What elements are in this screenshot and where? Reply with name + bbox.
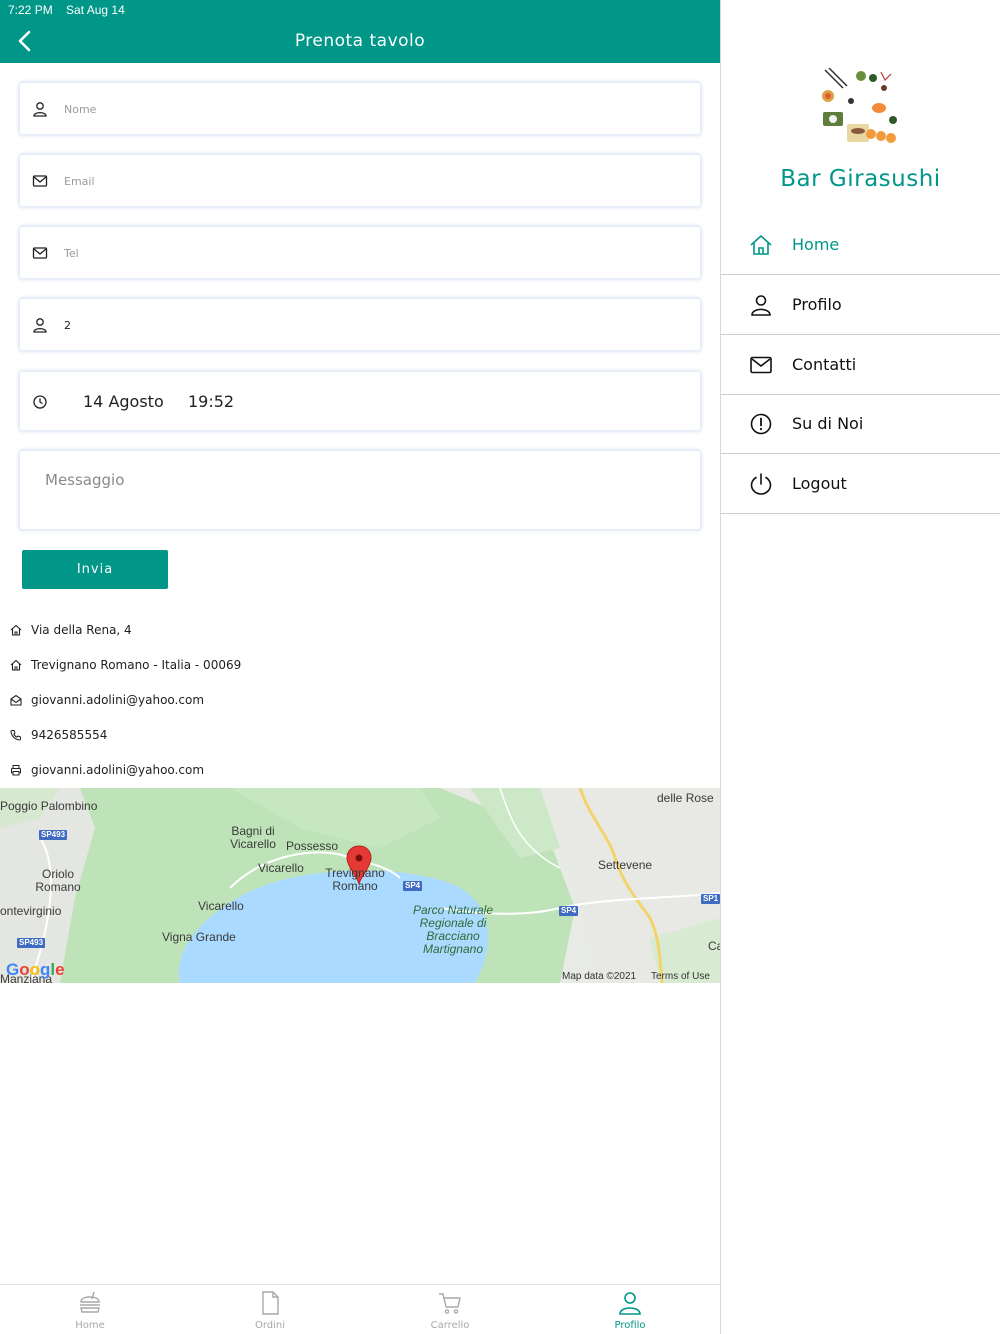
email-field[interactable]: Email (19, 154, 701, 207)
road-badge-sp1: SP1 (701, 894, 720, 904)
guests-value: 2 (64, 319, 71, 332)
map-label-possesso: Possesso (286, 839, 339, 853)
tab-profile-label: Profilo (614, 1320, 646, 1331)
mail-icon (32, 247, 48, 259)
map-label-parco: Parco Naturale Regionale di Bracciano Ma… (412, 903, 494, 956)
user-icon (619, 1292, 641, 1315)
map-label-montevirginio: ontevirginio (0, 904, 62, 918)
map-label-poggio: Poggio Palombino (0, 799, 98, 813)
document-icon (262, 1291, 279, 1315)
name-placeholder: Nome (64, 103, 97, 116)
message-field[interactable]: Messaggio (19, 450, 701, 530)
tab-cart-label: Carrello (430, 1320, 470, 1331)
phone-text[interactable]: 9426585554 (31, 728, 107, 742)
datetime-field: 14 Agosto 19:52 (19, 371, 701, 431)
google-logo: Google (6, 960, 65, 979)
home-icon (750, 235, 772, 255)
terms-of-use-link[interactable]: Terms of Use (651, 971, 710, 982)
guests-field[interactable]: 2 (19, 298, 701, 351)
map-label-vicarello-south: Vicarello (198, 899, 244, 913)
restaurant-logo (821, 68, 899, 146)
user-icon (33, 102, 47, 117)
time-picker[interactable]: 19:52 (188, 392, 234, 411)
date-picker[interactable]: 14 Agosto (83, 392, 164, 411)
home-icon (10, 624, 22, 636)
phone-icon (10, 730, 21, 741)
city-text: Trevignano Romano - Italia - 00069 (31, 658, 242, 672)
fax-text: giovanni.adolini@yahoo.com (31, 763, 205, 777)
sidebar-item-logout-label: Logout (792, 474, 847, 493)
cart-icon (439, 1293, 461, 1314)
user-icon (33, 318, 47, 333)
tab-bar: Home Ordini Carrello Profilo (0, 1284, 720, 1334)
tab-cart[interactable]: Carrello (360, 1285, 540, 1334)
sidebar-item-about[interactable]: Su di Noi (721, 395, 1000, 454)
message-placeholder: Messaggio (45, 471, 125, 489)
map-label-bagni: Bagni di Vicarello (230, 824, 276, 851)
sidebar-item-about-label: Su di Noi (792, 414, 864, 433)
status-bar: 7:22 PM Sat Aug 14 (8, 3, 135, 17)
name-field[interactable]: Nome (19, 82, 701, 135)
mail-icon (750, 356, 772, 374)
address-text: Via della Rena, 4 (31, 623, 132, 637)
phone-placeholder: Tel (64, 247, 79, 260)
address-row: Via della Rena, 4 (10, 620, 132, 640)
road-badge-sp4-east: SP4 (403, 881, 423, 891)
sidebar: Bar Girasushi Home Profilo Contatti Su d… (721, 0, 1000, 1334)
map-label-trevignano: Trevignano Romano (325, 866, 385, 893)
tab-home-label: Home (75, 1320, 105, 1331)
sidebar-item-contacts-label: Contatti (792, 355, 857, 374)
road-badge-sp4-far: SP4 (559, 906, 579, 916)
sidebar-item-contacts[interactable]: Contatti (721, 336, 1000, 395)
phone-field[interactable]: Tel (19, 226, 701, 279)
brand-name: Bar Girasushi (780, 166, 941, 192)
map-label-ca: Ca (708, 939, 720, 953)
home-icon (10, 659, 22, 671)
printer-icon (11, 765, 21, 776)
email-text[interactable]: giovanni.adolini@yahoo.com (31, 693, 204, 707)
tab-home[interactable]: Home (0, 1285, 180, 1334)
status-time: 7:22 PM (8, 3, 53, 17)
map-label-vigna-grande: Vigna Grande (162, 930, 236, 944)
page-title: Prenota tavolo (294, 31, 426, 51)
info-icon (750, 413, 772, 435)
location-map[interactable]: Poggio Palombino Oriolo Romano ontevirgi… (0, 788, 720, 983)
map-label-settevene: Settevene (598, 858, 653, 872)
tab-orders[interactable]: Ordini (180, 1285, 360, 1334)
email-row[interactable]: giovanni.adolini@yahoo.com (10, 690, 204, 710)
tab-orders-label: Ordini (254, 1320, 286, 1331)
map-label-rose: delle Rose (657, 791, 714, 805)
map-label-oriolo: Oriolo Romano (35, 867, 81, 894)
power-icon (750, 473, 772, 495)
user-icon (751, 295, 771, 316)
map-data-attribution: Map data ©2021 (562, 971, 637, 982)
fax-row: giovanni.adolini@yahoo.com (10, 760, 204, 780)
email-placeholder: Email (64, 175, 95, 188)
sidebar-item-home[interactable]: Home (721, 216, 1000, 275)
road-badge-sp493-north: SP493 (39, 830, 68, 840)
sidebar-item-profile[interactable]: Profilo (721, 276, 1000, 335)
sidebar-item-profile-label: Profilo (792, 295, 842, 314)
sidebar-item-home-label: Home (792, 235, 840, 254)
tab-profile[interactable]: Profilo (540, 1285, 720, 1334)
envelope-open-icon (10, 694, 22, 706)
mail-icon (32, 175, 48, 187)
submit-button[interactable]: Invia (22, 550, 168, 589)
main-pane: 7:22 PM Sat Aug 14 Prenota tavolo Nome E… (0, 0, 720, 1334)
burger-icon (80, 1291, 100, 1313)
status-date: Sat Aug 14 (66, 3, 125, 17)
city-row: Trevignano Romano - Italia - 00069 (10, 655, 241, 675)
sidebar-item-logout[interactable]: Logout (721, 455, 1000, 514)
clock-icon (33, 395, 47, 409)
map-label-vicarello-north: Vicarello (258, 861, 304, 875)
header-bar: 7:22 PM Sat Aug 14 Prenota tavolo (0, 0, 720, 63)
road-badge-sp493-south: SP493 (17, 938, 46, 948)
phone-row[interactable]: 9426585554 (10, 725, 107, 745)
